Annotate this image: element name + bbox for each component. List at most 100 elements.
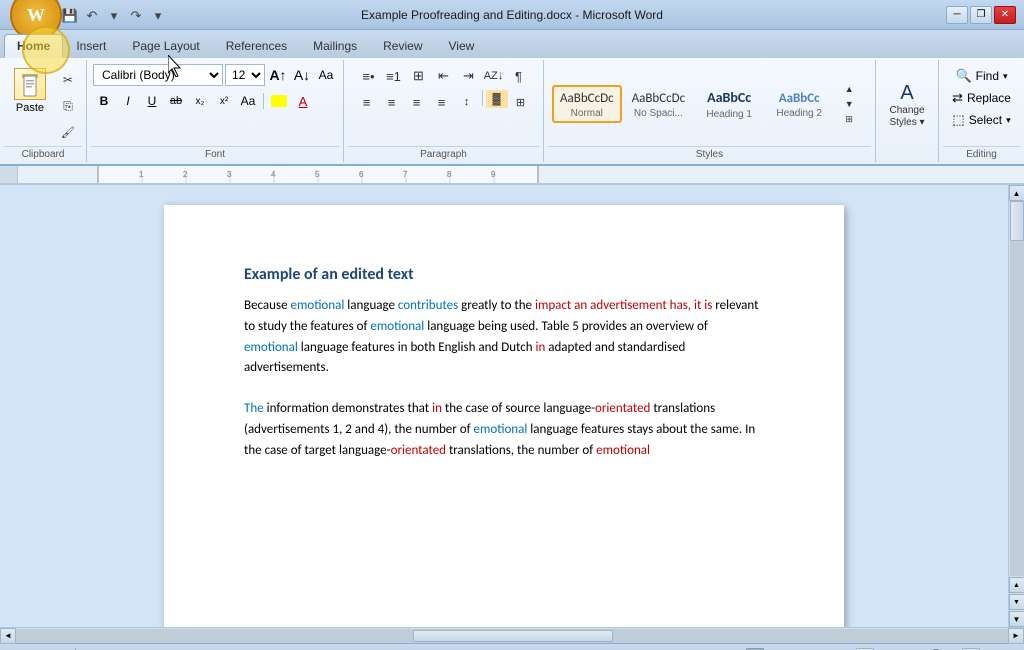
scroll-up-small[interactable]: ▲	[1009, 577, 1024, 593]
change-styles-label: ChangeStyles ▾	[889, 105, 924, 129]
svg-text:4: 4	[271, 170, 276, 179]
change-styles-button[interactable]: A ChangeStyles ▾	[882, 78, 932, 133]
multilevel-list-button[interactable]: ⊞	[407, 64, 431, 88]
style-heading2[interactable]: AaBbCc Heading 2	[765, 85, 833, 124]
scroll-down-button[interactable]: ▼	[1009, 611, 1024, 627]
italic-button[interactable]: I	[117, 90, 139, 112]
minimize-button[interactable]: ─	[946, 6, 968, 24]
format-painter-button[interactable]: 🖌	[56, 120, 80, 144]
scroll-left-button[interactable]: ◄	[0, 628, 16, 644]
highlight-button[interactable]: ab	[268, 90, 290, 112]
document-heading: Example of an edited text	[244, 265, 764, 284]
increase-indent-button[interactable]: ⇥	[457, 64, 481, 88]
style-normal[interactable]: AaBbCcDc Normal	[552, 85, 622, 124]
redo-button[interactable]: ↷	[126, 6, 146, 26]
styles-label: Styles	[548, 146, 871, 160]
sort-button[interactable]: AZ↓	[482, 64, 506, 88]
clipboard-label: Clipboard	[4, 146, 82, 160]
font-color-button[interactable]: A	[292, 90, 314, 112]
undo-button[interactable]: ↶	[82, 6, 102, 26]
style-normal-preview: AaBbCcDc	[556, 89, 618, 109]
tab-bar: Home Insert Page Layout References Maili…	[0, 30, 1024, 58]
editing-group: 🔍 Find ▾ ⇄ Replace ⬚ Select ▾ Editing	[939, 60, 1024, 162]
style-heading1[interactable]: AaBbCc Heading 1	[695, 84, 763, 124]
tab-home[interactable]: Home	[4, 34, 63, 58]
replace-button[interactable]: ⇄ Replace	[948, 88, 1015, 108]
styles-expand[interactable]: ⊞	[837, 112, 861, 126]
h-scroll-track[interactable]	[16, 629, 1008, 643]
numbered-list-button[interactable]: ≡1	[382, 64, 406, 88]
scroll-up-button[interactable]: ▲	[1009, 185, 1024, 201]
document-body: Because emotional language contributes g…	[244, 296, 764, 462]
status-bar: Page: 1 of 1 Words: 137 ✔ ▭ ⊡ ⊞ ≡ ≣ − + …	[0, 643, 1024, 650]
tab-references[interactable]: References	[213, 34, 300, 58]
clear-formatting-button[interactable]: Aa	[315, 64, 337, 86]
style-no-spacing[interactable]: AaBbCcDc No Spaci...	[624, 85, 694, 124]
ribbon-content: Paste ✂ ⎘ 🖌 Clipboard Calibri (	[0, 58, 1024, 164]
font-size-select[interactable]: 12	[225, 64, 265, 86]
main-area: Example of an edited text Because emotio…	[0, 185, 1024, 627]
window-controls: ─ ❐ ✕	[946, 6, 1016, 24]
decrease-indent-button[interactable]: ⇤	[432, 64, 456, 88]
undo-dropdown[interactable]: ▾	[104, 6, 124, 26]
align-center-button[interactable]: ≡	[380, 90, 404, 114]
grow-font-button[interactable]: A↑	[267, 64, 289, 86]
line-spacing-button[interactable]: ↕	[455, 90, 479, 114]
paste-button[interactable]: Paste	[6, 64, 54, 118]
font-row: Calibri (Body) 12 A↑ A↓ Aa	[93, 64, 337, 86]
strikethrough-button[interactable]: ab	[165, 90, 187, 112]
font-label: Font	[91, 146, 339, 160]
document-page: Example of an edited text Because emotio…	[164, 205, 844, 627]
style-h1-preview: AaBbCc	[703, 88, 755, 109]
bold-button[interactable]: B	[93, 90, 115, 112]
svg-text:1: 1	[139, 170, 144, 179]
styles-scroll-up[interactable]: ▲	[837, 82, 861, 96]
borders-button[interactable]: ⊞	[509, 90, 533, 114]
tab-insert[interactable]: Insert	[63, 34, 119, 58]
underline-button[interactable]: U	[141, 90, 163, 112]
paragraph-row-2: ≡ ≡ ≡ ≡ ↕ ▓ ⊞	[355, 90, 533, 114]
change-case-button[interactable]: Aa	[237, 90, 259, 112]
shrink-font-button[interactable]: A↓	[291, 64, 313, 86]
scroll-track[interactable]	[1010, 201, 1024, 576]
find-icon: 🔍	[955, 68, 971, 84]
svg-text:2: 2	[183, 170, 188, 179]
clipboard-group: Paste ✂ ⎘ 🖌 Clipboard	[0, 60, 87, 162]
superscript-button[interactable]: x²	[213, 90, 235, 112]
bullet-list-button[interactable]: ≡•	[357, 64, 381, 88]
replace-icon: ⇄	[952, 90, 963, 106]
scroll-down-small[interactable]: ▼	[1009, 594, 1024, 610]
quick-access-toolbar: 💾 ↶ ▾ ↷ ▾	[60, 6, 168, 26]
scroll-thumb[interactable]	[1010, 201, 1024, 241]
paragraph-group: ≡• ≡1 ⊞ ⇤ ⇥ AZ↓ ¶ ≡ ≡ ≡ ≡ ↕	[344, 60, 544, 162]
align-right-button[interactable]: ≡	[405, 90, 429, 114]
font-divider	[263, 93, 264, 109]
h-scroll-thumb[interactable]	[413, 630, 613, 642]
qat-more-button[interactable]: ▾	[148, 6, 168, 26]
justify-button[interactable]: ≡	[430, 90, 454, 114]
tab-view[interactable]: View	[436, 34, 488, 58]
show-paragraph-button[interactable]: ¶	[507, 64, 531, 88]
tab-review[interactable]: Review	[370, 34, 435, 58]
font-family-select[interactable]: Calibri (Body)	[93, 64, 223, 86]
subscript-button[interactable]: x₂	[189, 90, 211, 112]
font-group: Calibri (Body) 12 A↑ A↓ Aa B I U ab	[87, 60, 344, 162]
proofing-icon[interactable]: ✔	[152, 646, 164, 650]
find-button[interactable]: 🔍 Find ▾	[951, 66, 1011, 86]
styles-gallery: AaBbCcDc Normal AaBbCcDc No Spaci... AaB…	[548, 62, 871, 146]
svg-text:5: 5	[315, 170, 320, 179]
save-button[interactable]: 💾	[60, 6, 80, 26]
copy-button[interactable]: ⎘	[56, 94, 80, 118]
tab-page-layout[interactable]: Page Layout	[119, 34, 212, 58]
styles-scroll: ▲ ▼ ⊞	[837, 82, 861, 126]
shading-button[interactable]: ▓	[486, 90, 508, 108]
select-button[interactable]: ⬚ Select ▾	[948, 110, 1014, 130]
styles-scroll-down[interactable]: ▼	[837, 97, 861, 111]
align-left-button[interactable]: ≡	[355, 90, 379, 114]
scroll-right-button[interactable]: ►	[1008, 628, 1024, 644]
restore-button[interactable]: ❐	[970, 6, 992, 24]
cut-button[interactable]: ✂	[56, 68, 80, 92]
close-button[interactable]: ✕	[994, 6, 1016, 24]
tab-mailings[interactable]: Mailings	[300, 34, 370, 58]
style-normal-label: Normal	[571, 108, 603, 119]
